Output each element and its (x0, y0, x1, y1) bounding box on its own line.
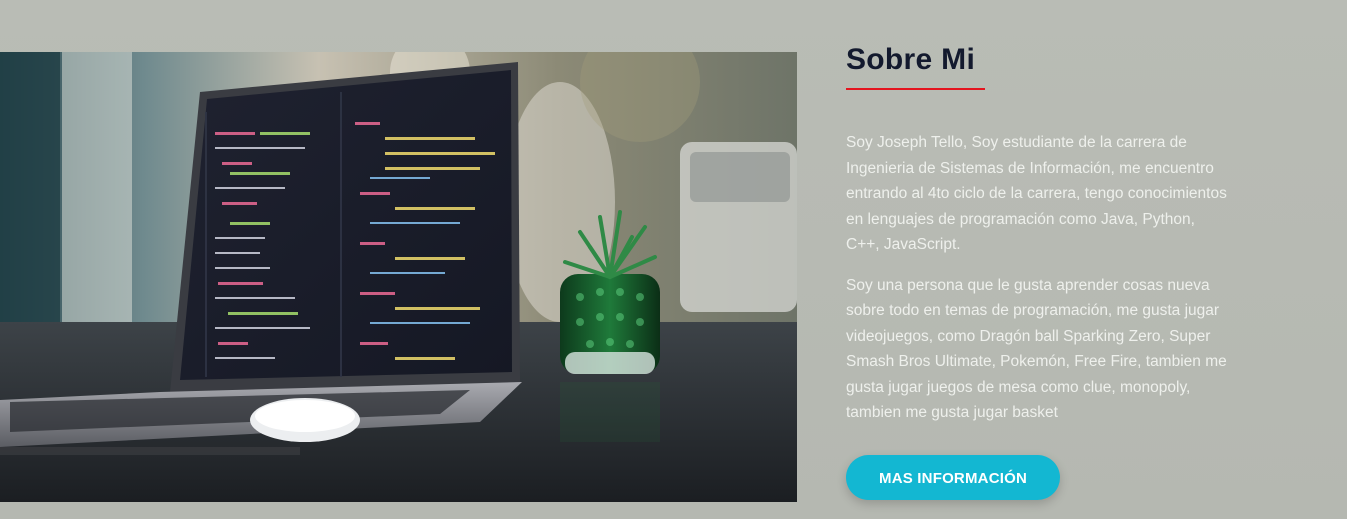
more-info-button[interactable]: MAS INFORMACIÓN (846, 455, 1060, 500)
about-section: Sobre Mi Soy Joseph Tello, Soy estudiant… (0, 0, 1347, 519)
laptop-desk-photo (0, 52, 797, 502)
section-title: Sobre Mi (846, 42, 985, 90)
about-paragraph-1: Soy Joseph Tello, Soy estudiante de la c… (846, 134, 1227, 253)
about-content: Sobre Mi Soy Joseph Tello, Soy estudiant… (846, 42, 1236, 426)
about-paragraph-2: Soy una persona que le gusta aprender co… (846, 276, 1227, 422)
